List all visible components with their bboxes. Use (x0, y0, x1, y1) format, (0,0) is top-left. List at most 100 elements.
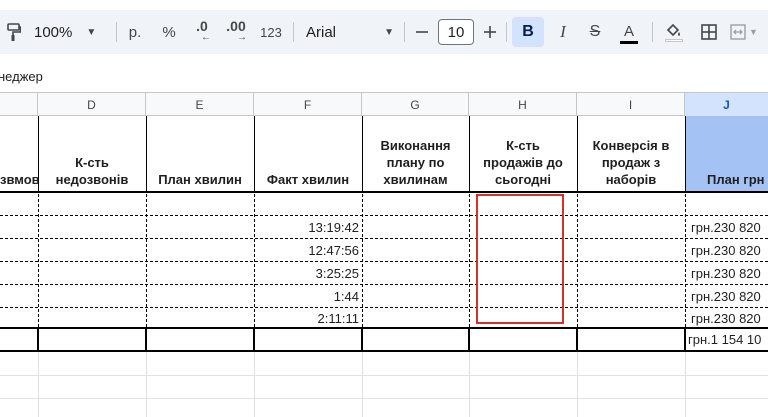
header-cell-j[interactable]: План грн (685, 116, 768, 192)
merge-cells-button[interactable]: ▼ (730, 10, 764, 54)
column-header-d[interactable]: D (38, 93, 146, 116)
grid-line (469, 116, 470, 192)
font-family-select[interactable]: Arial ▼ (306, 10, 394, 54)
cell-j-row4[interactable]: грн.230 820 (685, 285, 768, 307)
text-color-button[interactable]: A (618, 10, 640, 54)
column-header-j[interactable]: J (685, 93, 768, 116)
column-header-h[interactable]: H (469, 93, 577, 116)
grid-line (685, 352, 686, 417)
arrow-left-icon: ← (201, 32, 211, 43)
cell-j-row2[interactable]: грн.230 820 (685, 239, 768, 261)
grid-line (146, 116, 147, 192)
cell-value: грн.230 820 (691, 265, 761, 281)
chevron-down-icon: ▼ (749, 27, 758, 37)
font-size-input[interactable]: 10 (438, 19, 474, 45)
formula-bar-text: неджер (0, 68, 43, 84)
italic-button[interactable]: I (552, 10, 574, 54)
paint-format-icon[interactable] (2, 10, 24, 54)
fill-color-button[interactable] (662, 10, 686, 54)
bold-button[interactable]: B (512, 17, 544, 47)
cell-value: грн.230 820 (691, 288, 761, 304)
header-text: К-сть недозвонів (55, 155, 129, 187)
column-header-i[interactable]: I (577, 93, 685, 116)
grid-line (468, 327, 470, 352)
grid-line (38, 116, 39, 192)
grid-line (254, 352, 255, 417)
currency-label: р. (128, 23, 142, 41)
header-text: План хвилин (158, 172, 242, 187)
header-cell-c[interactable]: звмов (0, 116, 40, 192)
spreadsheet-grid[interactable]: звмов К-сть недозвонів План хвилин Факт … (0, 116, 768, 417)
column-header-e[interactable]: E (146, 93, 254, 116)
header-cell-i[interactable]: Конверсія в продаж з наборів (577, 116, 685, 192)
percent-format-button[interactable]: % (158, 10, 180, 54)
highlight-rectangle (476, 194, 564, 324)
header-cell-h[interactable]: К-сть продажів до сьогодні (469, 116, 577, 192)
grid-line (0, 215, 768, 216)
grid-line (361, 327, 363, 352)
borders-button[interactable] (698, 10, 720, 54)
cell-f-row2[interactable]: 12:47:56 (254, 239, 362, 261)
currency-format-button[interactable]: р. (124, 10, 146, 54)
header-text: План грн (707, 172, 765, 187)
toolbar-separator (293, 22, 294, 42)
increase-decimal-button[interactable]: .00 → (222, 10, 250, 54)
cell-j-row1[interactable]: грн.230 820 (685, 216, 768, 238)
grid-line (253, 327, 255, 352)
grid-line (0, 307, 768, 308)
grid-line (362, 352, 363, 417)
header-text: Факт хвилин (266, 172, 350, 187)
toolbar-separator (116, 22, 117, 42)
column-header-g[interactable]: G (362, 93, 469, 116)
chevron-down-icon: ▼ (384, 26, 394, 38)
grid-line (37, 327, 39, 352)
cell-j-row5[interactable]: грн.230 820 (685, 308, 768, 328)
cell-j-total[interactable]: грн.1 154 10 (686, 329, 768, 350)
cell-f-row5[interactable]: 2:11:11 (254, 308, 362, 328)
cell-f-row1[interactable]: 13:19:42 (254, 216, 362, 238)
font-size-value: 10 (447, 23, 465, 41)
header-text: звмов (0, 172, 40, 187)
header-cell-e[interactable]: План хвилин (146, 116, 254, 192)
increase-decimal-label: .00 (226, 18, 246, 34)
header-text: К-сть продажів до сьогодні (483, 138, 563, 187)
cell-f-row4[interactable]: 1:44 (254, 285, 362, 307)
zoom-select[interactable]: 100% ▼ (34, 10, 106, 54)
column-letter: E (195, 97, 204, 112)
decrease-decimal-button[interactable]: .0 ← (189, 10, 215, 54)
decrease-font-size-button[interactable] (412, 10, 432, 54)
cell-f-row3[interactable]: 3:25:25 (254, 262, 362, 284)
strikethrough-button[interactable]: S (584, 10, 606, 54)
header-cell-f[interactable]: Факт хвилин (254, 116, 362, 192)
column-letter: G (410, 97, 420, 112)
cell-value: грн.1 154 10 (688, 332, 762, 347)
grid-line (38, 352, 39, 417)
column-letter: I (628, 97, 633, 112)
header-text: Конверсія в продаж з наборів (592, 138, 670, 187)
cell-value: 1:44 (333, 288, 359, 304)
column-header-f[interactable]: F (254, 93, 362, 116)
number-format-button[interactable]: 123 (258, 10, 284, 54)
column-header-c[interactable] (0, 93, 38, 116)
toolbar-separator (652, 22, 653, 42)
header-text: Виконання плану по хвилинам (380, 138, 451, 187)
cell-value: 12:47:56 (308, 242, 359, 258)
grid-line (362, 116, 363, 192)
grid-line (577, 352, 578, 417)
font-family-value: Arial (306, 23, 337, 41)
arrow-right-icon: → (237, 32, 247, 43)
header-cell-g[interactable]: Виконання плану по хвилинам (362, 116, 469, 192)
cell-value: грн.230 820 (691, 242, 761, 258)
header-cell-d[interactable]: К-сть недозвонів (38, 116, 146, 192)
text-color-swatch (620, 41, 638, 44)
total-top-border (0, 327, 768, 329)
text-color-label: A (623, 23, 634, 40)
increase-font-size-button[interactable] (480, 10, 500, 54)
chevron-down-icon: ▼ (86, 26, 97, 38)
strikethrough-label: S (589, 23, 601, 40)
grid-line (254, 116, 255, 192)
formula-bar[interactable]: неджер (0, 62, 768, 90)
cell-j-row3[interactable]: грн.230 820 (685, 262, 768, 284)
grid-line (146, 352, 147, 417)
grid-line (577, 116, 578, 192)
